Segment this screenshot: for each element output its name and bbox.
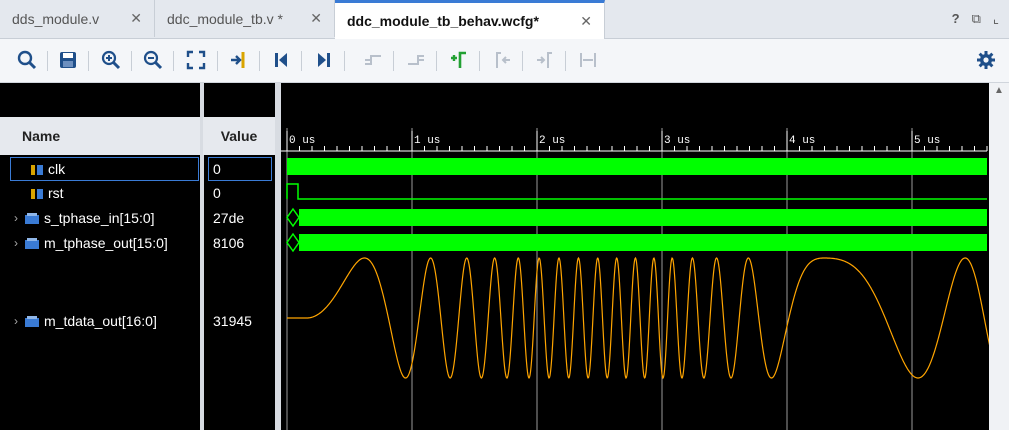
previous-transition-icon[interactable] bbox=[360, 47, 386, 73]
toolbar-separator bbox=[217, 51, 218, 71]
signal-value: 31945 bbox=[213, 313, 252, 329]
value-column-header[interactable]: Value bbox=[203, 117, 275, 155]
toolbar-separator bbox=[522, 51, 523, 71]
bus-signal-icon bbox=[24, 315, 40, 327]
zoom-in-icon[interactable] bbox=[98, 47, 124, 73]
toolbar-separator bbox=[259, 51, 260, 71]
ruler-tick-label: 0 us bbox=[289, 135, 315, 147]
toolbar-separator bbox=[479, 51, 480, 71]
next-marker-icon[interactable] bbox=[532, 47, 558, 73]
signal-row-m-tphase-out[interactable]: › m_tphase_out[15:0] bbox=[14, 232, 168, 254]
scroll-up-icon[interactable]: ▲ bbox=[994, 85, 1004, 96]
save-icon[interactable] bbox=[55, 47, 81, 73]
ruler-tick-label: 5 us bbox=[914, 135, 940, 147]
bus-transition bbox=[286, 207, 300, 228]
chevron-right-icon[interactable]: › bbox=[14, 314, 18, 328]
chevron-right-icon[interactable]: › bbox=[14, 211, 18, 225]
signal-row-rst[interactable]: rst bbox=[30, 182, 64, 204]
toolbar-separator bbox=[88, 51, 89, 71]
close-icon[interactable]: ✕ bbox=[580, 13, 592, 30]
zoom-out-icon[interactable] bbox=[140, 47, 166, 73]
s-tphase-in-waveform bbox=[299, 209, 987, 226]
signal-name: s_tphase_in[15:0] bbox=[44, 210, 155, 226]
bus-transition bbox=[286, 232, 300, 253]
selected-value-highlight bbox=[208, 157, 272, 181]
go-to-cursor-icon[interactable] bbox=[226, 47, 252, 73]
restore-icon[interactable]: ⧉ bbox=[972, 11, 981, 27]
waveform-viewer: Name clk rst › s_tphase_in[15:0] › m_tph… bbox=[0, 83, 1009, 430]
bus-signal-icon bbox=[24, 212, 40, 224]
window-buttons: ? ⧉ ⌞ bbox=[952, 11, 999, 27]
maximize-icon[interactable]: ⌞ bbox=[993, 11, 999, 27]
search-icon[interactable] bbox=[14, 47, 40, 73]
close-icon[interactable]: ✕ bbox=[130, 10, 142, 27]
bit-signal-icon bbox=[30, 163, 44, 175]
toolbar-separator bbox=[47, 51, 48, 71]
toolbar-separator bbox=[436, 51, 437, 71]
tab-bar: dds_module.v ✕ ddc_module_tb.v * ✕ ddc_m… bbox=[0, 0, 1009, 39]
signal-value: 8106 bbox=[213, 235, 245, 251]
zoom-fit-icon[interactable] bbox=[183, 47, 209, 73]
swap-cursors-icon[interactable] bbox=[575, 47, 601, 73]
signal-name: clk bbox=[48, 161, 66, 177]
signal-name: rst bbox=[48, 185, 64, 201]
name-column-header[interactable]: Name bbox=[0, 117, 200, 155]
value-pane: Value 0 0 27de 8106 31945 bbox=[203, 83, 275, 430]
tab-dds-module[interactable]: dds_module.v ✕ bbox=[0, 0, 155, 37]
toolbar-separator bbox=[565, 51, 566, 71]
tab-ddc-module-tb-behav[interactable]: ddc_module_tb_behav.wcfg* ✕ bbox=[335, 0, 605, 39]
toolbar-separator bbox=[344, 51, 345, 71]
signal-row-m-tdata-out[interactable]: › m_tdata_out[16:0] bbox=[14, 310, 157, 332]
rst-waveform bbox=[286, 183, 987, 200]
go-to-last-time-icon[interactable] bbox=[311, 47, 337, 73]
m-tphase-out-waveform bbox=[299, 234, 987, 251]
ruler-tick-label: 4 us bbox=[789, 135, 815, 147]
signal-value: 0 bbox=[213, 185, 221, 201]
bit-signal-icon bbox=[30, 187, 44, 199]
waveform-canvas[interactable]: 0 us 1 us 2 us 3 us 4 us 5 us bbox=[281, 83, 989, 430]
vertical-scrollbar[interactable]: ▲ bbox=[989, 83, 1009, 430]
name-pane: Name clk rst › s_tphase_in[15:0] › m_tph… bbox=[0, 83, 202, 430]
m-tdata-out-waveform bbox=[287, 256, 989, 380]
chevron-right-icon[interactable]: › bbox=[14, 236, 18, 250]
waveform-toolbar bbox=[0, 39, 1009, 83]
toolbar-separator bbox=[131, 51, 132, 71]
clk-waveform bbox=[287, 158, 987, 175]
tab-label: ddc_module_tb_behav.wcfg* bbox=[347, 13, 539, 29]
toolbar-separator bbox=[173, 51, 174, 71]
next-transition-icon[interactable] bbox=[403, 47, 429, 73]
ruler-tick-label: 3 us bbox=[664, 135, 690, 147]
signal-row-s-tphase-in[interactable]: › s_tphase_in[15:0] bbox=[14, 207, 155, 229]
tab-label: ddc_module_tb.v * bbox=[167, 10, 283, 27]
go-to-time-zero-icon[interactable] bbox=[268, 47, 294, 73]
toolbar-separator bbox=[393, 51, 394, 71]
close-icon[interactable]: ✕ bbox=[310, 10, 322, 27]
tab-ddc-module-tb[interactable]: ddc_module_tb.v * ✕ bbox=[155, 0, 335, 37]
tab-label: dds_module.v bbox=[12, 10, 100, 27]
help-icon[interactable]: ? bbox=[952, 11, 960, 27]
signal-name: m_tphase_out[15:0] bbox=[44, 235, 168, 251]
ruler-tick-label: 1 us bbox=[414, 135, 440, 147]
add-marker-icon[interactable] bbox=[446, 47, 472, 73]
ruler-tick-label: 2 us bbox=[539, 135, 565, 147]
signal-row-clk[interactable]: clk bbox=[30, 158, 65, 180]
previous-marker-icon[interactable] bbox=[489, 47, 515, 73]
toolbar-separator bbox=[301, 51, 302, 71]
signal-value: 27de bbox=[213, 210, 245, 226]
signal-name: m_tdata_out[16:0] bbox=[44, 313, 157, 329]
settings-icon[interactable] bbox=[973, 47, 999, 73]
bus-signal-icon bbox=[24, 237, 40, 249]
